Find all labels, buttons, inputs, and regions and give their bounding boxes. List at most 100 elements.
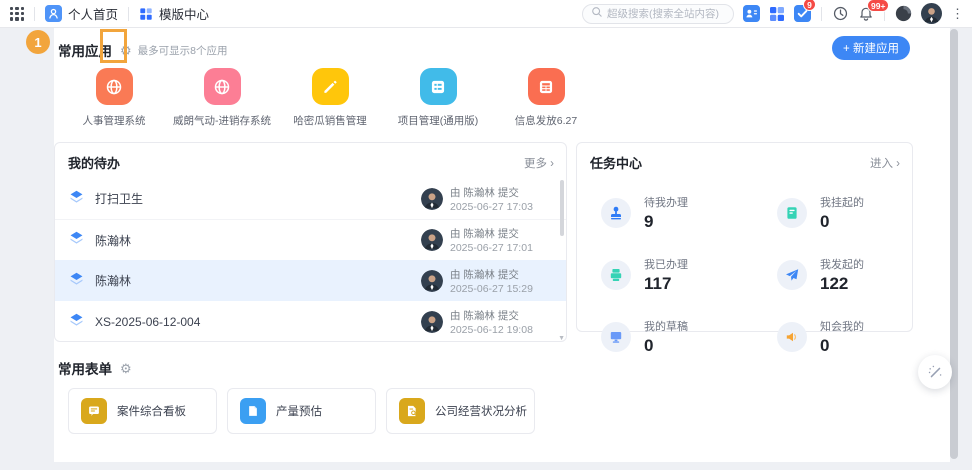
- printer-icon: [601, 260, 631, 290]
- task-center-title: 任务中心: [590, 156, 643, 171]
- todo-title: 陈瀚林: [95, 233, 132, 248]
- stat-value: 9: [644, 212, 654, 231]
- tab-label: 模版中心: [159, 8, 210, 22]
- cards-row: 我的待办 更多 › 打扫卫生 由 陈瀚林 提交 2025-06-27 17:03…: [54, 142, 950, 355]
- todo-submitter: 由 陈瀚林 提交: [450, 228, 519, 240]
- todo-time: 2025-06-12 19:08: [450, 323, 533, 336]
- todo-badge: 9: [803, 0, 816, 11]
- stat-value: 0: [820, 336, 830, 355]
- paper-plane-icon: [777, 260, 807, 290]
- stat-label: 知会我的: [820, 321, 864, 333]
- stat-label: 我挂起的: [820, 197, 864, 209]
- app-item-melon-sales[interactable]: 哈密瓜销售管理: [276, 68, 384, 128]
- divider: [821, 6, 822, 21]
- form-name: 公司经营状况分析: [435, 406, 527, 418]
- doc-icon: [240, 398, 266, 424]
- todo-title: 打扫卫生: [95, 192, 144, 206]
- app-name: 人事管理系统: [82, 115, 146, 127]
- globe-icon: [95, 68, 133, 105]
- stat-value: 117: [644, 274, 672, 293]
- divider: [128, 6, 130, 21]
- layers-icon: [68, 270, 85, 292]
- layers-icon: [68, 311, 85, 333]
- task-center-panel: 任务中心 进入 › 待我办理 9 我挂起的 0 我已办理 117 我发起的 12…: [576, 142, 913, 355]
- search-icon: [591, 5, 603, 23]
- doc-search-icon: [399, 398, 425, 424]
- global-search[interactable]: [582, 3, 734, 24]
- todo-panel: 我的待办 更多 › 打扫卫生 由 陈瀚林 提交 2025-06-27 17:03…: [54, 142, 567, 342]
- app-name: 项目管理(通用版): [397, 115, 479, 127]
- form-name: 案件综合看板: [117, 406, 186, 418]
- task-enter-link[interactable]: 进入 ›: [870, 155, 900, 171]
- todo-title: 陈瀚林: [95, 274, 132, 288]
- form-card-output-forecast[interactable]: 产量预估: [227, 388, 376, 434]
- table-icon: [527, 68, 565, 105]
- mascot-icon[interactable]: [895, 5, 912, 22]
- tab-label: 个人首页: [68, 8, 119, 22]
- stat-cc-me[interactable]: 知会我的 0: [777, 318, 927, 356]
- list-icon: [419, 68, 457, 105]
- tab-template-center[interactable]: 模版中心: [139, 4, 209, 23]
- app-item-inventory-system[interactable]: 威朗气动-进销存系统: [168, 68, 276, 128]
- stat-handled[interactable]: 我已办理 117: [601, 256, 777, 294]
- todo-panel-title: 我的待办: [68, 156, 121, 171]
- stat-pending[interactable]: 待我办理 9: [601, 194, 777, 232]
- apps-hint: 最多可显示8个应用: [137, 44, 228, 57]
- apps-icon[interactable]: [769, 6, 785, 22]
- globe-icon: [203, 68, 241, 105]
- todo-row[interactable]: 打扫卫生 由 陈瀚林 提交 2025-06-27 17:03: [55, 178, 566, 219]
- kebab-menu-icon[interactable]: ⋮: [951, 7, 964, 20]
- app-item-project-mgmt[interactable]: 项目管理(通用版): [384, 68, 492, 128]
- bell-icon[interactable]: 99+: [858, 0, 890, 22]
- app-name: 信息发放6.27: [514, 115, 578, 127]
- new-app-button[interactable]: + 新建应用: [832, 36, 910, 60]
- todo-time: 2025-06-27 17:03: [450, 200, 533, 213]
- todo-time: 2025-06-27 15:29: [450, 282, 533, 295]
- forms-settings-gear-icon[interactable]: ⚙: [120, 362, 132, 375]
- clock-icon[interactable]: [832, 5, 849, 22]
- apps-settings-gear-icon[interactable]: ⚙: [120, 44, 132, 57]
- submitter-avatar: [421, 310, 443, 333]
- forms-row: 案件综合看板 产量预估 公司经营状况分析: [68, 388, 950, 434]
- stat-label: 我发起的: [820, 259, 864, 271]
- app-item-hr-system[interactable]: 人事管理系统: [60, 68, 168, 128]
- todo-row-selected[interactable]: 陈瀚林 由 陈瀚林 提交 2025-06-27 15:29: [55, 260, 566, 301]
- magic-wand-button[interactable]: [918, 355, 952, 389]
- task-check-icon[interactable]: 9: [794, 0, 816, 22]
- app-item-info-release[interactable]: 信息发放6.27: [492, 68, 600, 128]
- stat-suspended[interactable]: 我挂起的 0: [777, 194, 927, 232]
- app-name: 哈密瓜销售管理: [293, 115, 367, 127]
- form-name: 产量预估: [276, 406, 322, 418]
- todo-title: XS-2025-06-12-004: [95, 314, 201, 329]
- stat-initiated[interactable]: 我发起的 122: [777, 256, 927, 294]
- form-card-business-analysis[interactable]: 公司经营状况分析: [386, 388, 535, 434]
- speaker-icon: [777, 322, 807, 352]
- layers-icon: [68, 229, 85, 251]
- apps-row: 人事管理系统 威朗气动-进销存系统 哈密瓜销售管理 项目管理(通用版) 信息发放…: [54, 68, 950, 128]
- stamp-icon: [601, 198, 631, 228]
- apps-section-header: 常用应用 ⚙ 最多可显示8个应用 + 新建应用: [54, 28, 950, 60]
- notification-badge: 99+: [867, 0, 890, 12]
- todo-row[interactable]: XS-2025-06-12-004 由 陈瀚林 提交 2025-06-12 19…: [55, 301, 566, 342]
- todo-list: 打扫卫生 由 陈瀚林 提交 2025-06-27 17:03 陈瀚林 由 陈瀚林…: [55, 178, 566, 342]
- waffle-menu-icon[interactable]: [10, 6, 24, 21]
- layers-icon: [68, 188, 85, 210]
- todo-more-link[interactable]: 更多 ›: [524, 155, 554, 171]
- main-content: 常用应用 ⚙ 最多可显示8个应用 + 新建应用 人事管理系统 威朗气动-进销存系…: [54, 28, 950, 462]
- submitter-avatar: [421, 187, 443, 210]
- annotation-step-badge: 1: [26, 30, 50, 54]
- page-scrollbar[interactable]: [950, 29, 958, 459]
- todo-row[interactable]: 陈瀚林 由 陈瀚林 提交 2025-06-27 17:01: [55, 219, 566, 260]
- scroll-down-icon[interactable]: ▼: [558, 335, 565, 342]
- contacts-icon[interactable]: [743, 5, 760, 22]
- stat-label: 我的草稿: [644, 321, 688, 333]
- monitor-icon: [601, 322, 631, 352]
- todo-submitter: 由 陈瀚林 提交: [450, 268, 519, 281]
- user-avatar[interactable]: [921, 3, 942, 24]
- tab-personal-home[interactable]: 个人首页: [45, 4, 118, 23]
- form-card-case-board[interactable]: 案件综合看板: [68, 388, 217, 434]
- todo-scrollbar[interactable]: [560, 180, 564, 236]
- search-input[interactable]: [607, 7, 727, 20]
- submitter-avatar: [421, 269, 443, 292]
- stat-drafts[interactable]: 我的草稿 0: [601, 318, 777, 356]
